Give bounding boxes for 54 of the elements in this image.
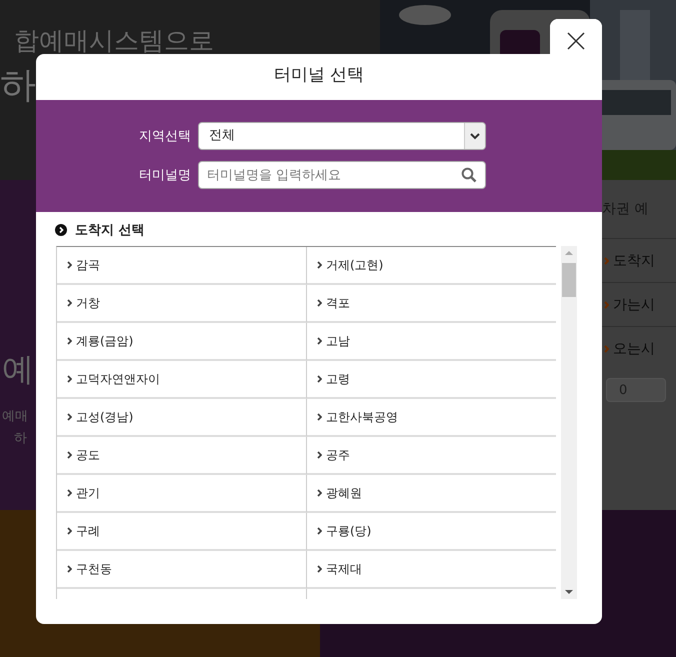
banner-text: 하 <box>14 430 27 448</box>
chevron-right-icon <box>67 527 72 535</box>
chevron-right-icon <box>67 337 72 345</box>
chevron-right-icon <box>317 489 322 497</box>
terminal-item[interactable]: 고한사북공영 <box>326 408 398 426</box>
chevron-right-icon <box>317 527 322 535</box>
dialog-title: 터미널 선택 <box>272 64 366 87</box>
terminal-item[interactable]: 공도 <box>76 446 100 464</box>
terminal-item[interactable]: 고령 <box>326 370 350 388</box>
search-field[interactable]: 터미널명을 입력하세요 <box>198 161 486 189</box>
chevron-right-icon <box>317 413 322 421</box>
chevron-right-icon <box>67 375 72 383</box>
chevron-down-icon <box>470 132 480 140</box>
terminal-item[interactable]: 구천동 <box>76 560 112 578</box>
region-select[interactable]: 전체 <box>198 122 486 150</box>
headline: 합예매시스템으로 <box>14 25 214 57</box>
terminal-item[interactable]: 고남 <box>326 332 350 350</box>
chevron-right-icon <box>67 413 72 421</box>
terminal-item[interactable]: 고성(경남) <box>76 408 134 426</box>
scrollbar[interactable] <box>561 246 577 599</box>
chevron-right-icon <box>67 261 72 269</box>
chevron-right-icon <box>317 337 322 345</box>
terminal-item[interactable]: 고덕자연앤자이 <box>76 370 160 388</box>
chevron-right-icon <box>604 256 609 264</box>
chevron-right-icon <box>317 299 322 307</box>
terminal-item[interactable]: 감곡 <box>76 256 100 274</box>
search-icon[interactable] <box>461 167 477 183</box>
terminal-item[interactable]: 거창 <box>76 294 100 312</box>
chevron-right-icon <box>67 299 72 307</box>
terminal-item[interactable]: 국제대 <box>326 560 362 578</box>
terminal-item[interactable]: 격포 <box>326 294 350 312</box>
banner-text: 예매 <box>2 408 28 426</box>
terminal-item[interactable]: 구룡(당) <box>326 522 372 540</box>
chevron-right-icon <box>67 565 72 573</box>
chevron-right-icon <box>604 300 609 308</box>
terminal-item[interactable]: 광혜원 <box>326 484 362 502</box>
terminal-item[interactable]: 거제(고현) <box>326 256 384 274</box>
chevron-right-icon <box>317 375 322 383</box>
chevron-right-icon <box>317 451 322 459</box>
headline: 하 <box>0 64 36 108</box>
chevron-right-icon <box>67 489 72 497</box>
chevron-right-icon <box>67 451 72 459</box>
banner-title: 예 <box>2 349 34 390</box>
section-title: 도착지 선택 <box>75 222 145 239</box>
terminal-item[interactable]: 구례 <box>76 522 100 540</box>
field-label: 지역선택 <box>138 128 192 145</box>
terminal-item[interactable]: 계룡(금암) <box>76 332 134 350</box>
chevron-right-icon <box>317 261 322 269</box>
terminal-item[interactable]: 관기 <box>76 484 100 502</box>
terminal-item[interactable]: 공주 <box>326 446 350 464</box>
chevron-right-icon <box>604 344 609 352</box>
close-icon <box>567 32 585 50</box>
chevron-right-icon <box>317 565 322 573</box>
field-label: 터미널명 <box>138 167 192 184</box>
